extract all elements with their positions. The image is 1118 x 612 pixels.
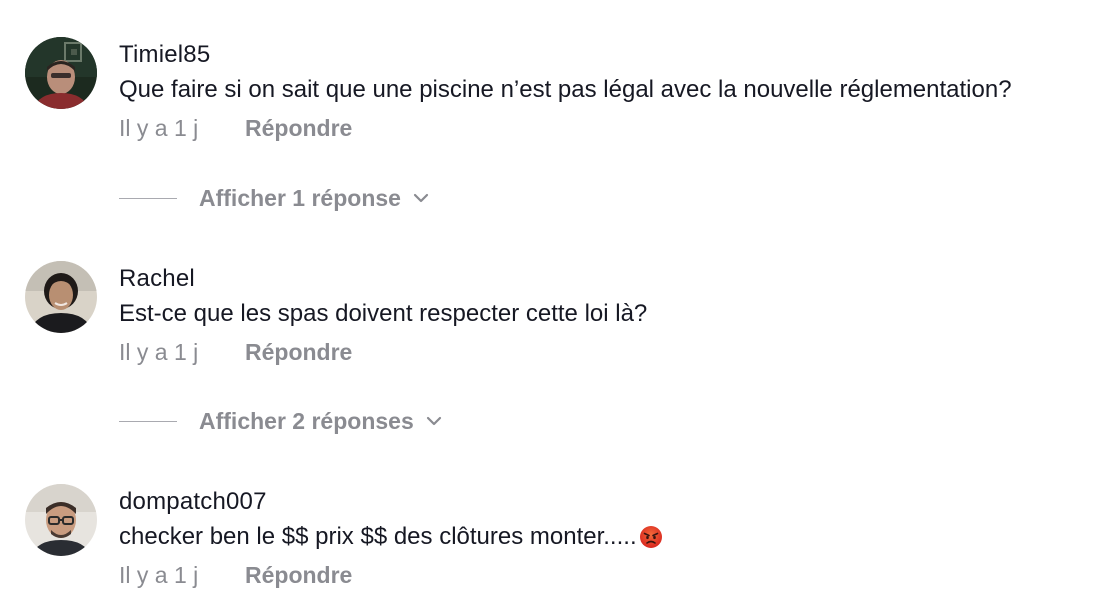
comment-meta: Il y a 1 j Répondre: [119, 562, 352, 589]
avatar[interactable]: [25, 37, 97, 109]
avatar[interactable]: [25, 261, 97, 333]
reply-button[interactable]: Répondre: [245, 562, 352, 588]
comment-meta: Il y a 1 j Répondre: [119, 339, 352, 366]
comment-text: checker ben le $$ prix $$ des clôtures m…: [119, 523, 663, 551]
show-replies-label: Afficher 1 réponse: [199, 184, 401, 211]
avatar[interactable]: [25, 484, 97, 556]
divider-line: [119, 197, 177, 199]
show-replies-button[interactable]: Afficher 1 réponse: [119, 183, 429, 213]
comment-username[interactable]: Timiel85: [119, 41, 210, 69]
reply-button[interactable]: Répondre: [245, 339, 352, 365]
comment-username[interactable]: dompatch007: [119, 488, 267, 516]
show-replies-label: Afficher 2 réponses: [199, 407, 414, 434]
comment-text: Que faire si on sait que une piscine n’e…: [119, 76, 1012, 103]
divider-line: [119, 420, 177, 422]
comment-timestamp: Il y a 1 j: [119, 339, 199, 365]
comment-timestamp: Il y a 1 j: [119, 115, 199, 141]
comment-timestamp: Il y a 1 j: [119, 562, 199, 588]
comment-text-content: checker ben le $$ prix $$ des clôtures m…: [119, 523, 637, 550]
comment-text: Est-ce que les spas doivent respecter ce…: [119, 300, 648, 327]
chevron-down-icon: [426, 416, 442, 426]
angry-face-emoji-icon: [639, 525, 663, 549]
show-replies-button[interactable]: Afficher 2 réponses: [119, 406, 442, 436]
comment-username[interactable]: Rachel: [119, 265, 195, 293]
reply-button[interactable]: Répondre: [245, 115, 352, 141]
comment-meta: Il y a 1 j Répondre: [119, 115, 352, 142]
chevron-down-icon: [413, 193, 429, 203]
